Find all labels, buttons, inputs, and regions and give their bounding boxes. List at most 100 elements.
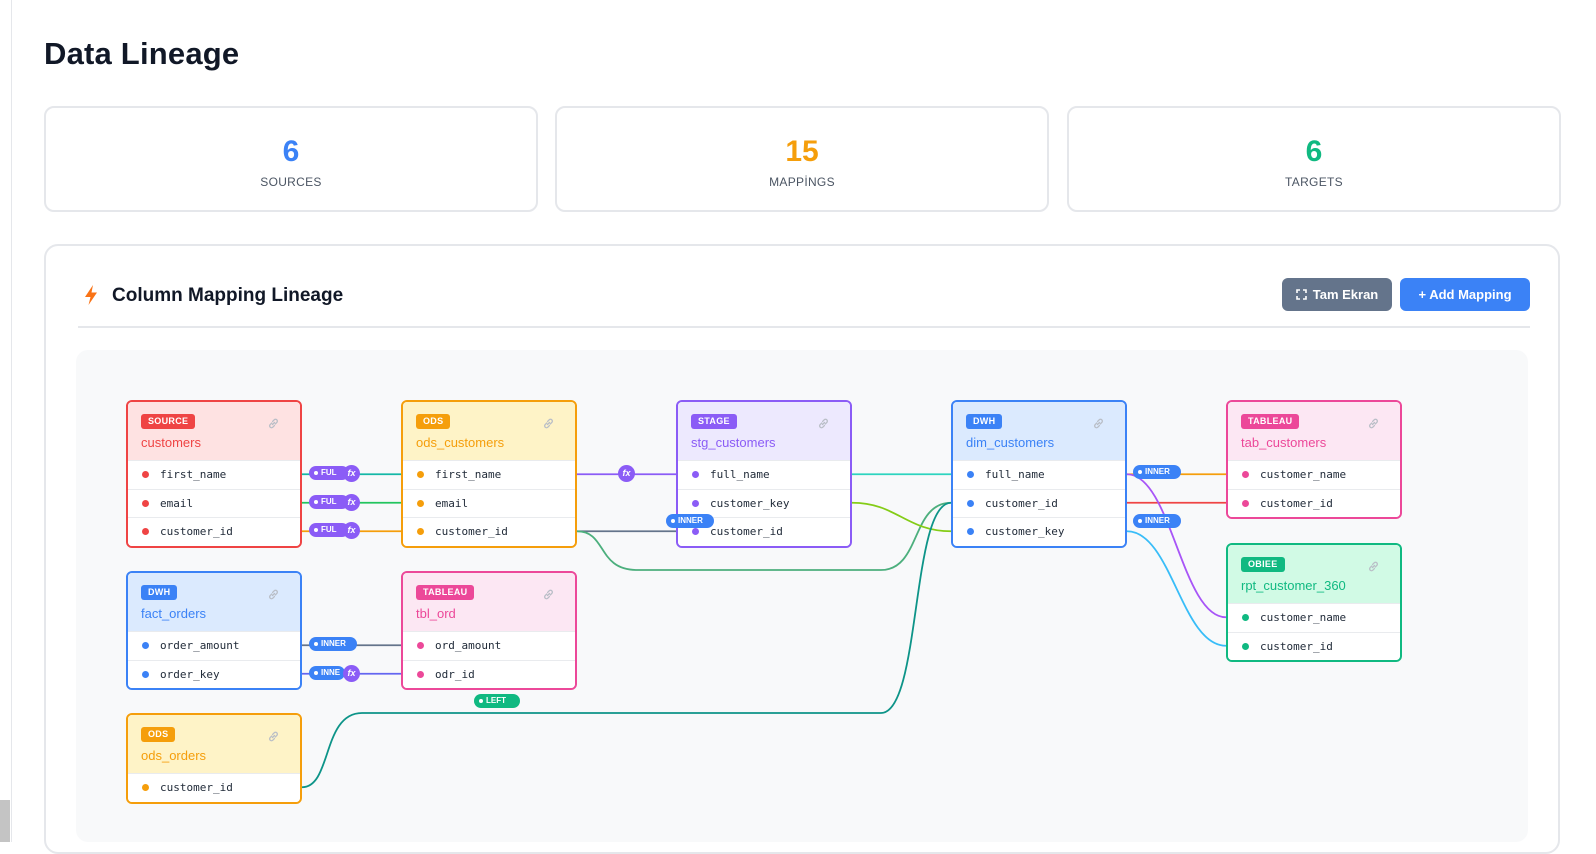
node-ods_orders[interactable]: ODS ods_orders customer_id <box>126 713 302 804</box>
function-badge[interactable]: fx <box>343 664 360 682</box>
node-tab_customers[interactable]: TABLEAU tab_customers customer_namecustome… <box>1226 400 1402 519</box>
column-dot <box>692 528 699 536</box>
column-name: odr_id <box>435 667 475 681</box>
stat-card-targets: 6 TARGETS <box>1067 106 1561 212</box>
function-badge[interactable]: fx <box>618 464 635 482</box>
node-type-badge: TABLEAU <box>416 585 475 600</box>
column-row[interactable]: customer_id <box>1228 488 1400 517</box>
fullscreen-button[interactable]: Tam Ekran <box>1282 278 1392 311</box>
column-dot <box>142 642 149 650</box>
column-row[interactable]: full_name <box>678 460 850 489</box>
function-badge[interactable]: fx <box>343 464 360 482</box>
column-row[interactable]: first_name <box>403 460 575 489</box>
scrollbar-thumb[interactable] <box>0 800 10 842</box>
link-icon[interactable] <box>542 588 555 604</box>
function-badge[interactable]: fx <box>343 493 360 511</box>
column-name: customer_id <box>710 525 783 539</box>
panel-header: Column Mapping Lineage Tam Ekran + Add M… <box>78 276 1530 328</box>
column-row[interactable]: odr_id <box>403 659 575 688</box>
column-dot <box>967 499 974 507</box>
column-dot <box>1242 642 1249 650</box>
column-dot <box>1242 471 1249 479</box>
node-header: STAGE stg_customers <box>678 402 850 460</box>
link-icon[interactable] <box>1367 417 1380 433</box>
column-dot <box>142 784 149 792</box>
column-row[interactable]: customer_id <box>128 517 300 546</box>
link-icon[interactable] <box>1092 417 1105 433</box>
column-name: customer_id <box>1260 496 1333 510</box>
column-row[interactable]: customer_key <box>953 517 1125 546</box>
node-dim_customers[interactable]: DWH dim_customers full_name customer_id cust… <box>951 400 1127 548</box>
stat-sources-label: SOURCES <box>260 175 322 189</box>
node-tbl_ord[interactable]: TABLEAU tbl_ord ord_amount odr_id <box>401 571 577 690</box>
node-title: dim_customers <box>966 435 1055 450</box>
stat-targets-label: TARGETS <box>1285 175 1343 189</box>
stat-card-sources: 6 SOURCES <box>44 106 538 212</box>
node-fact_orders[interactable]: DWH fact_orders order_amount order_key <box>126 571 302 690</box>
node-rpt_customer_360[interactable]: OBIEE rpt_customer_360 customer_namecustom… <box>1226 543 1402 662</box>
column-name: customer_name <box>1260 468 1347 482</box>
column-name: customer_id <box>1260 639 1333 653</box>
column-dot <box>142 471 149 479</box>
column-dot <box>967 471 974 479</box>
column-row[interactable]: full_name <box>953 460 1125 489</box>
link-icon[interactable] <box>817 417 830 433</box>
column-row[interactable]: first_name <box>128 460 300 489</box>
page-title: Data Lineage <box>44 36 240 71</box>
column-dot <box>142 528 149 536</box>
panel-title: Column Mapping Lineage <box>112 285 344 306</box>
column-row[interactable]: customer_id <box>1228 631 1400 660</box>
stat-sources-value: 6 <box>282 135 300 168</box>
node-ods_customers[interactable]: ODS ods_customers first_name email customer_… <box>401 400 577 548</box>
column-dot <box>1242 499 1249 507</box>
node-type-badge: ODS <box>416 414 451 429</box>
node-title: customers <box>141 435 201 450</box>
node-type-badge: SOURCE <box>141 414 196 429</box>
column-name: customer_id <box>160 781 233 795</box>
node-type-badge: ODS <box>141 727 176 742</box>
node-type-badge: DWH <box>141 585 178 600</box>
function-badge[interactable]: fx <box>343 521 360 539</box>
column-row[interactable]: customer_id <box>953 488 1125 517</box>
node-title: fact_orders <box>141 606 207 621</box>
column-name: customer_id <box>435 525 508 539</box>
link-icon[interactable] <box>267 730 280 746</box>
stat-targets-value: 6 <box>1305 135 1323 168</box>
column-row[interactable]: ord_amount <box>403 631 575 660</box>
node-header: ODS ods_customers <box>403 402 575 460</box>
link-icon[interactable] <box>267 417 280 433</box>
node-customers[interactable]: SOURCE customers first_name email customer_i… <box>126 400 302 548</box>
link-icon[interactable] <box>1367 560 1380 576</box>
join-type-label[interactable]: INNER <box>1133 465 1181 479</box>
join-type-label[interactable]: INNER <box>1133 514 1181 528</box>
column-row[interactable]: order_amount <box>128 631 300 660</box>
column-name: customer_key <box>985 525 1065 539</box>
node-header: TABLEAU tbl_ord <box>403 573 575 631</box>
node-header: OBIEE rpt_customer_360 <box>1228 545 1400 603</box>
column-row[interactable]: email <box>403 488 575 517</box>
column-row[interactable]: customer_id <box>403 517 575 546</box>
column-row[interactable]: customer_name <box>1228 460 1400 489</box>
join-type-label[interactable]: INNE <box>309 666 345 680</box>
column-row[interactable]: order_key <box>128 659 300 688</box>
column-dot <box>417 471 424 479</box>
column-row[interactable]: customer_name <box>1228 603 1400 632</box>
column-row[interactable]: customer_id <box>128 773 300 802</box>
column-row[interactable]: customer_key <box>678 488 850 517</box>
link-icon[interactable] <box>267 588 280 604</box>
add-mapping-button[interactable]: + Add Mapping <box>1400 278 1530 311</box>
node-header: TABLEAU tab_customers <box>1228 402 1400 460</box>
join-type-label[interactable]: INNER <box>309 637 357 651</box>
join-type-label[interactable]: LEFT <box>474 694 520 708</box>
column-name: order_amount <box>160 639 240 653</box>
column-dot <box>142 499 149 507</box>
join-type-label[interactable]: INNER <box>666 514 714 528</box>
column-dot <box>692 471 699 479</box>
node-type-badge: STAGE <box>691 414 737 429</box>
column-row[interactable]: email <box>128 488 300 517</box>
link-icon[interactable] <box>542 417 555 433</box>
column-name: ord_amount <box>435 639 502 653</box>
column-dot <box>142 670 149 678</box>
column-dot <box>1242 614 1249 622</box>
column-dot <box>417 499 424 507</box>
